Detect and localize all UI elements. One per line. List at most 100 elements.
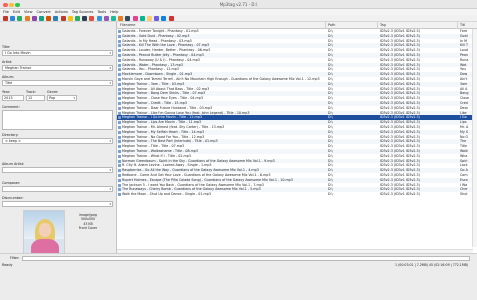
album-artist-label: Album Artist: (2, 162, 25, 166)
chevron-down-icon[interactable]: ▾ (109, 139, 111, 143)
comment-field[interactable] (2, 110, 113, 130)
track-value: 12 (28, 96, 33, 100)
genre-value: Pop (49, 96, 56, 100)
cell-path: D:\ (328, 192, 333, 197)
audio-file-icon (118, 106, 121, 110)
file-list-rows: Galantis - Forever Tonight - Phantasy - … (117, 29, 477, 197)
audio-file-icon (118, 125, 121, 129)
audio-file-icon (118, 111, 121, 115)
audio-file-icon (118, 34, 121, 38)
toolbar-button-icon[interactable] (46, 16, 52, 21)
audio-file-icon (118, 49, 121, 53)
cover-info: image/jpeg 500x500 43 KB Front Cover (68, 213, 108, 231)
toolbar-button-icon[interactable] (39, 16, 44, 21)
table-row[interactable]: Walk the Moon - Shut Up and Dance - Sing… (117, 192, 477, 197)
directory-value: < keep > (5, 139, 22, 143)
chevron-down-icon[interactable]: ▾ (109, 66, 111, 70)
audio-file-icon (118, 193, 121, 197)
cover-type: Front Cover (78, 226, 98, 231)
status-text: Ready (2, 263, 13, 267)
chevron-down-icon[interactable]: ▾ (73, 96, 75, 100)
toolbar-button-icon[interactable] (111, 16, 116, 21)
audio-file-icon (118, 87, 121, 91)
track-field[interactable]: 12 (26, 95, 45, 101)
toolbar-button-icon[interactable] (168, 16, 174, 21)
audio-file-icon (118, 30, 121, 33)
audio-file-icon (118, 140, 121, 144)
toolbar-button-icon[interactable] (147, 16, 152, 21)
toolbar-button-icon[interactable] (132, 16, 138, 21)
toolbar-button-icon[interactable] (53, 16, 59, 21)
title-label: Title: (2, 45, 11, 49)
audio-file-icon (118, 77, 121, 81)
audio-file-icon (118, 68, 121, 72)
toolbar-button-icon[interactable] (31, 16, 37, 21)
toolbar-button-icon[interactable] (60, 16, 66, 21)
artist-label: Artist: (2, 60, 13, 64)
chevron-down-icon[interactable]: ▾ (109, 187, 111, 191)
audio-file-icon (118, 92, 121, 96)
window-title: Mp3tag v2.71 - D:\ (219, 2, 258, 7)
audio-file-icon (118, 183, 121, 187)
toolbar-button-icon[interactable] (89, 16, 95, 21)
chevron-down-icon[interactable]: ▾ (109, 81, 111, 85)
track-label: Track: (26, 90, 37, 94)
audio-file-icon (118, 164, 121, 168)
album-value: Title (5, 81, 13, 85)
genre-label: Genre: (47, 90, 59, 94)
toolbar-button-icon[interactable] (24, 16, 30, 21)
artist-field[interactable]: Meghan Trainor ▾ (2, 65, 113, 71)
filter-input[interactable] (22, 255, 470, 261)
toolbar-button-icon[interactable] (103, 16, 109, 21)
year-field[interactable]: 2015 (2, 95, 24, 101)
toolbar-button-icon[interactable] (96, 16, 102, 21)
directory-field[interactable]: < keep > ▾ (2, 138, 113, 144)
column-path[interactable]: Path (328, 23, 335, 27)
toolbar-button-icon[interactable] (10, 16, 16, 21)
artist-value: Meghan Trainor (5, 66, 32, 70)
audio-file-icon (118, 145, 121, 149)
album-label: Album: (2, 75, 15, 79)
chevron-down-icon[interactable]: ▾ (109, 51, 111, 55)
vertical-scrollbar[interactable] (472, 29, 477, 247)
toolbar-button-icon[interactable] (125, 16, 131, 21)
genre-field[interactable]: Pop ▾ (47, 95, 77, 101)
toolbar-button-icon[interactable] (67, 16, 73, 21)
column-title[interactable]: Titl (460, 23, 465, 27)
album-artist-field[interactable]: ▾ (2, 167, 113, 173)
year-value: 2015 (4, 96, 13, 100)
audio-file-icon (118, 173, 121, 177)
composer-label: Composer: (2, 181, 21, 185)
audio-file-icon (118, 154, 121, 158)
audio-file-icon (118, 169, 121, 173)
chevron-down-icon[interactable]: ▾ (109, 202, 111, 206)
title-bar: Mp3tag v2.71 - D:\ (0, 0, 477, 9)
audio-file-icon (118, 44, 121, 48)
title-field[interactable]: I Go Into Movin ▾ (2, 50, 113, 56)
directory-label: Directory: (2, 133, 19, 137)
toolbar-button-icon[interactable] (75, 16, 80, 21)
toolbar-button-icon[interactable] (161, 16, 167, 21)
toolbar-button-icon[interactable] (3, 16, 8, 21)
audio-file-icon (118, 58, 121, 62)
toolbar-button-icon[interactable] (17, 16, 23, 21)
column-tag[interactable]: Tag (380, 23, 386, 27)
toolbar-button-icon[interactable] (139, 16, 145, 21)
filter-bar: Filter: (0, 253, 477, 261)
toolbar-button-icon[interactable] (82, 16, 88, 21)
cell-tag: ID3v2.3 (ID3v1 ID3v2.3) (380, 192, 420, 197)
toolbar-button-icon[interactable] (118, 16, 124, 21)
audio-file-icon (118, 97, 121, 101)
chevron-down-icon[interactable]: ▾ (109, 168, 111, 172)
composer-field[interactable]: ▾ (2, 186, 113, 192)
discnumber-field[interactable]: ▾ (2, 201, 113, 207)
title-value: I Go Into Movin (5, 51, 31, 55)
column-filename[interactable]: Filename (120, 23, 135, 27)
audio-file-icon (118, 39, 121, 43)
audio-file-icon (118, 178, 121, 182)
audio-file-icon (118, 149, 121, 153)
toolbar-button-icon[interactable] (154, 16, 160, 21)
audio-file-icon (118, 101, 121, 105)
album-field[interactable]: Title ▾ (2, 80, 113, 86)
audio-file-icon (118, 53, 121, 57)
